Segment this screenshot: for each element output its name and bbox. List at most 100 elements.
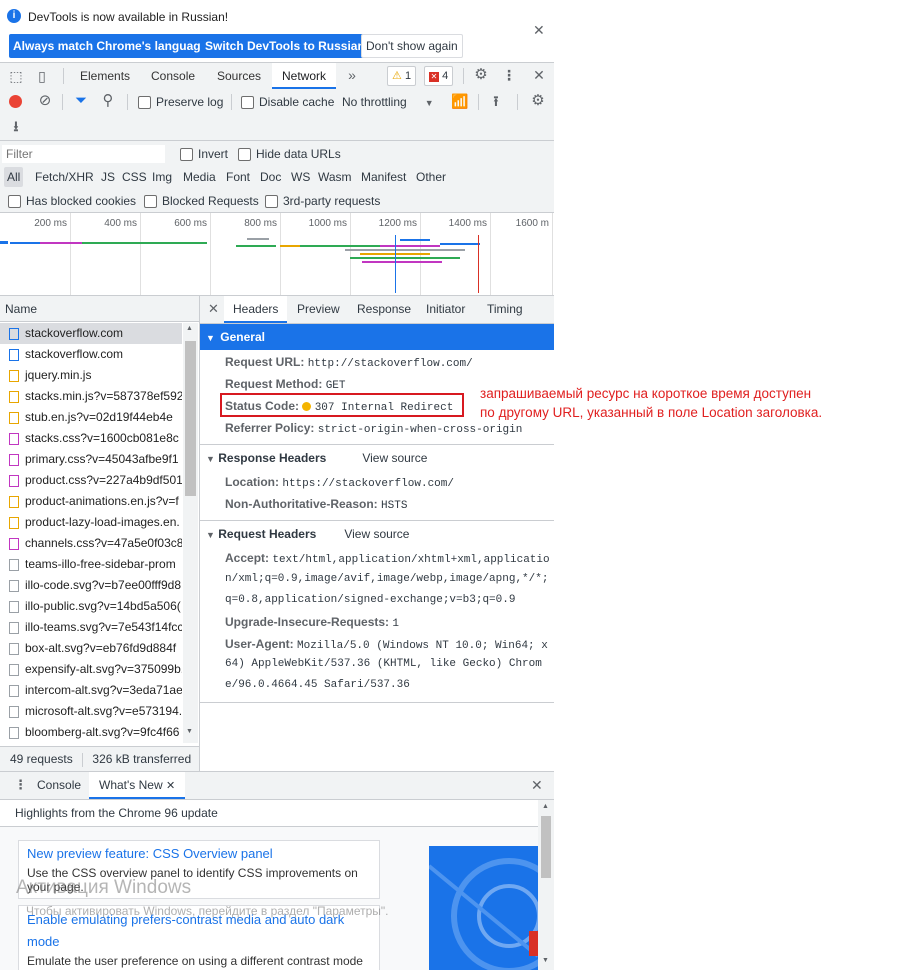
errors-badge[interactable]: ✕ 4 — [424, 66, 454, 86]
request-row[interactable]: illo-public.svg?v=14bd5a506( — [0, 596, 182, 617]
type-filter-css[interactable]: CSS — [122, 167, 147, 187]
export-har-icon[interactable]: ⭳ — [8, 118, 24, 134]
scrollbar-thumb[interactable] — [541, 816, 551, 878]
scroll-down-icon[interactable]: ▼ — [542, 957, 549, 964]
user-agent-value-line: 64) AppleWebKit/537.36 (KHTML, like Geck… — [225, 658, 542, 670]
scroll-up-icon[interactable]: ▲ — [542, 803, 549, 810]
request-name: stackoverflow.com — [25, 326, 124, 340]
throttling-select[interactable]: No throttling ▼ — [342, 95, 434, 109]
scroll-down-icon[interactable]: ▼ — [186, 728, 193, 735]
tab-headers[interactable]: Headers — [224, 296, 288, 323]
close-details-icon[interactable]: ✕ — [208, 301, 219, 317]
dont-show-again-button[interactable]: Don't show again — [361, 34, 463, 58]
type-filter-doc[interactable]: Doc — [260, 167, 281, 187]
type-filter-manifest[interactable]: Manifest — [361, 167, 406, 187]
tab-network[interactable]: Network — [272, 63, 337, 89]
has-blocked-cookies-checkbox[interactable]: Has blocked cookies — [8, 194, 136, 209]
type-filter-img[interactable]: Img — [152, 167, 172, 187]
drawer-tab-whats-new[interactable]: What's New ✕ — [89, 772, 186, 799]
type-filter-fetch-xhr[interactable]: Fetch/XHR — [35, 167, 94, 187]
request-row[interactable]: product.css?v=227a4b9df501 — [0, 470, 182, 491]
close-drawer-icon[interactable]: ✕ — [531, 777, 543, 794]
network-conditions-icon[interactable]: 📶 — [451, 93, 469, 109]
request-row[interactable]: product-animations.en.js?v=f — [0, 491, 182, 512]
general-section-header[interactable]: ▼ General — [200, 324, 554, 350]
request-view-source-link[interactable]: View source — [344, 527, 409, 541]
more-options-icon[interactable]: ⋮ — [502, 67, 516, 83]
device-toolbar-icon[interactable]: ▯ — [34, 68, 50, 84]
request-row[interactable]: primary.css?v=45043afbe9f1 — [0, 449, 182, 470]
request-headers-header[interactable]: ▼ Request Headers View source — [206, 527, 409, 541]
request-row[interactable]: illo-teams.svg?v=7e543f14fcc — [0, 617, 182, 638]
drawer-menu-icon[interactable]: ⋮ — [14, 777, 27, 793]
type-filter-font[interactable]: Font — [226, 167, 250, 187]
card-title[interactable]: New preview feature: CSS Overview panel — [27, 846, 273, 861]
tab-elements[interactable]: Elements — [80, 63, 130, 89]
type-filter-js[interactable]: JS — [101, 167, 115, 187]
request-row[interactable]: stacks.min.js?v=587378ef592f — [0, 386, 182, 407]
response-view-source-link[interactable]: View source — [362, 451, 427, 465]
third-party-checkbox[interactable]: 3rd-party requests — [265, 194, 380, 209]
blocked-requests-checkbox[interactable]: Blocked Requests — [144, 194, 259, 209]
tab-sources[interactable]: Sources — [217, 63, 261, 89]
invert-checkbox[interactable]: Invert — [180, 147, 228, 162]
request-row[interactable]: jquery.min.js — [0, 365, 182, 386]
type-filter-all[interactable]: All — [4, 167, 24, 187]
tab-timing[interactable]: Timing — [487, 296, 523, 322]
drawer-tab-console[interactable]: Console — [37, 772, 81, 799]
inspect-element-icon[interactable]: ⬚ — [8, 68, 24, 84]
switch-to-russian-button[interactable]: Switch DevTools to Russian — [201, 34, 369, 58]
type-filter-media[interactable]: Media — [183, 167, 216, 187]
request-row[interactable]: product-lazy-load-images.en. — [0, 512, 182, 533]
request-row[interactable]: stub.en.js?v=02d19f44eb4e — [0, 407, 182, 428]
request-row[interactable]: channels.css?v=47a5e0f03c81 — [0, 533, 182, 554]
close-devtools-icon[interactable]: ✕ — [531, 67, 547, 83]
request-row[interactable]: stackoverflow.com — [0, 323, 182, 344]
tab-initiator[interactable]: Initiator — [426, 296, 465, 322]
doc-file-icon — [9, 327, 19, 340]
request-row[interactable]: expensify-alt.svg?v=375099b. — [0, 659, 182, 680]
filter-input[interactable] — [2, 145, 165, 163]
always-match-language-button[interactable]: Always match Chrome's language — [9, 34, 212, 58]
disable-cache-checkbox[interactable]: Disable cache — [241, 95, 334, 110]
img-file-icon — [9, 621, 19, 634]
type-filter-wasm[interactable]: Wasm — [318, 167, 352, 187]
tab-response[interactable]: Response — [357, 296, 411, 322]
warnings-badge[interactable]: ⚠ 1 — [387, 66, 417, 86]
import-har-icon[interactable]: ⭱ — [488, 93, 504, 109]
dom-content-loaded-line — [395, 235, 396, 293]
preserve-log-checkbox[interactable]: Preserve log — [138, 95, 223, 110]
name-column-header[interactable]: Name — [0, 296, 199, 322]
whats-new-label: What's New — [99, 778, 163, 792]
close-tab-icon[interactable]: ✕ — [166, 780, 175, 792]
response-headers-header[interactable]: ▼ Response Headers View source — [206, 451, 427, 465]
scroll-up-icon[interactable]: ▲ — [186, 325, 193, 332]
tab-console[interactable]: Console — [151, 63, 195, 89]
infobar-close-icon[interactable]: ✕ — [533, 22, 545, 39]
type-filter-other[interactable]: Other — [416, 167, 446, 187]
type-filter-ws[interactable]: WS — [291, 167, 310, 187]
request-row[interactable]: illo-code.svg?v=b7ee00fff9d8 — [0, 575, 182, 596]
request-row[interactable]: stacks.css?v=1600cb081e8c — [0, 428, 182, 449]
settings-gear-icon[interactable]: ⚙ — [473, 67, 489, 83]
request-row[interactable]: microsoft-alt.svg?v=e573194. — [0, 701, 182, 722]
search-icon[interactable]: ⚲ — [100, 93, 116, 109]
clear-icon[interactable]: ⊘ — [37, 93, 53, 109]
timeline-gridline — [280, 213, 281, 295]
request-row[interactable]: teams-illo-free-sidebar-prom — [0, 554, 182, 575]
requests-scrollbar[interactable]: ▲ ▼ — [183, 323, 198, 743]
request-row[interactable]: stackoverflow.com — [0, 344, 182, 365]
drawer-scrollbar[interactable]: ▲ ▼ — [538, 800, 554, 970]
request-row[interactable]: intercom-alt.svg?v=3eda71ae — [0, 680, 182, 701]
record-icon[interactable] — [9, 95, 22, 108]
more-tabs-icon[interactable]: » — [345, 67, 359, 83]
scrollbar-thumb[interactable] — [185, 341, 196, 496]
tab-preview[interactable]: Preview — [297, 296, 340, 322]
overview-timeline[interactable]: 200 ms 400 ms 600 ms 800 ms 1000 ms 1200 ms 14… — [0, 213, 554, 296]
hide-data-urls-checkbox[interactable]: Hide data URLs — [238, 147, 341, 162]
request-row[interactable]: bloomberg-alt.svg?v=9fc4f66 — [0, 722, 182, 743]
request-row[interactable]: box-alt.svg?v=eb76fd9d884f — [0, 638, 182, 659]
timeline-tick-label: 1200 ms — [378, 218, 417, 229]
filter-icon[interactable]: ⏷ — [73, 93, 89, 109]
network-settings-gear-icon[interactable]: ⚙ — [530, 93, 546, 109]
